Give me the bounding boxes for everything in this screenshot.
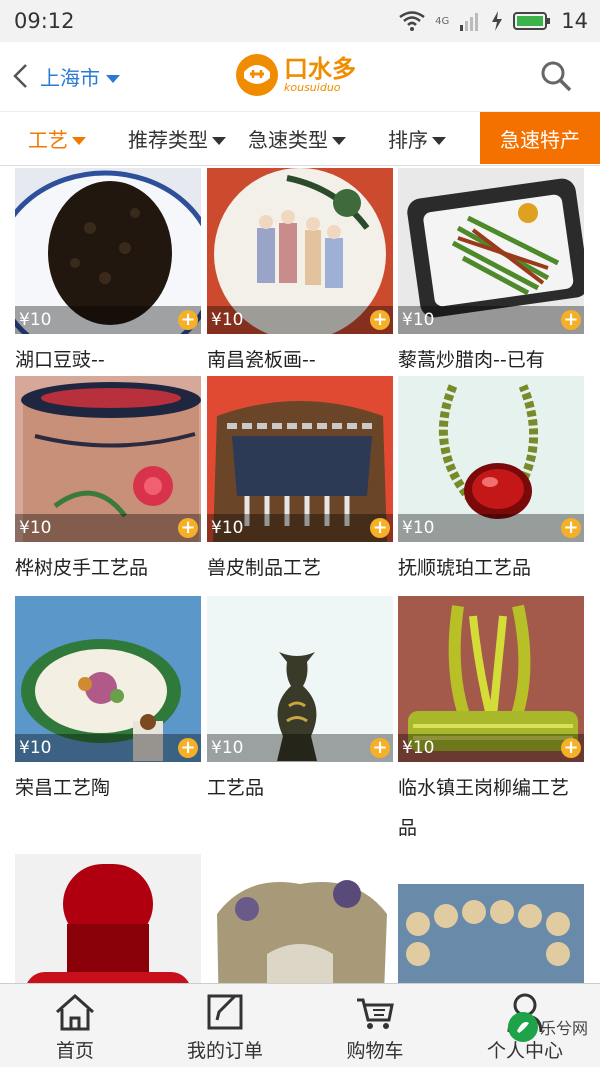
add-to-cart-button[interactable]: + [561,738,581,758]
wifi-icon [399,11,425,31]
product-price: ¥10 [19,310,52,330]
product-price: ¥10 [211,738,244,758]
watermark-text: 乐兮网 [540,1019,589,1038]
watermark-logo-icon [508,1012,538,1042]
product-price: ¥10 [19,518,52,538]
city-label: 上海市 [40,66,100,90]
product-name: 藜蒿炒腊肉--已有 [398,349,545,371]
product-card[interactable]: ¥10 + 荣昌工艺陶 [15,596,201,808]
back-icon[interactable] [10,62,32,90]
product-image: ¥10 + [207,376,393,542]
add-to-cart-button[interactable]: + [370,518,390,538]
filter-urgent-label: 急速类型 [248,128,328,152]
product-price: ¥10 [211,518,244,538]
tab-cart[interactable]: 购物车 [300,992,450,1063]
product-image: ¥10 + [398,376,584,542]
tab-orders[interactable]: 我的订单 [150,992,300,1063]
product-image: ¥10 + [207,168,393,334]
product-price: ¥10 [211,310,244,330]
tab-cart-label: 购物车 [346,1040,404,1062]
product-card[interactable] [398,854,584,983]
product-price: ¥10 [19,738,52,758]
add-to-cart-button[interactable]: + [561,310,581,330]
product-card[interactable]: ¥10 + 湖口豆豉-- [15,168,201,380]
product-card[interactable] [207,854,393,983]
product-name: 桦树皮手工艺品 [15,557,149,579]
product-price: ¥10 [402,518,435,538]
product-image: ¥10 + [15,596,201,762]
app-header: 上海市 口水多 kousuiduo [0,42,600,112]
add-to-cart-button[interactable]: + [561,518,581,538]
home-icon [56,993,94,1031]
product-card[interactable]: ¥10 + 桦树皮手工艺品 [15,376,201,588]
battery-icon [513,12,551,30]
product-card[interactable]: ¥10 + 兽皮制品工艺 [207,376,393,588]
filter-craft[interactable]: 工艺 [28,124,86,153]
logo-mark [236,54,278,96]
add-to-cart-button[interactable]: + [178,518,198,538]
filter-bar: 工艺 推荐类型 急速类型 排序 急速特产 [0,112,600,166]
add-to-cart-button[interactable]: + [178,310,198,330]
product-name: 临水镇王岗柳编工艺品 [398,777,570,839]
special-products-button[interactable]: 急速特产 [480,112,600,164]
watermark: 乐兮网 [508,1012,588,1042]
chevron-down-icon [106,74,120,83]
product-card[interactable] [15,854,201,983]
filter-craft-label: 工艺 [28,128,68,152]
product-name: 荣昌工艺陶 [15,777,111,799]
status-time: 09:12 [14,9,75,33]
product-price: ¥10 [402,738,435,758]
chevron-down-icon [332,136,346,145]
product-image: ¥10 + [15,168,201,334]
city-selector[interactable]: 上海市 [40,62,120,91]
product-card[interactable]: ¥10 + 临水镇王岗柳编工艺品 [398,596,584,848]
product-image [15,854,201,983]
status-icons: 4G 14 [399,9,588,33]
tab-home-label: 首页 [55,1040,94,1062]
tab-orders-label: 我的订单 [186,1040,263,1062]
product-name: 抚顺琥珀工艺品 [398,557,532,579]
order-edit-icon [207,994,243,1030]
filter-recommend-label: 推荐类型 [128,128,208,152]
product-name: 湖口豆豉-- [15,349,105,371]
filter-sort[interactable]: 排序 [388,124,446,153]
signal-icon [460,13,479,31]
filter-sort-label: 排序 [388,128,428,152]
product-image: ¥10 + [398,168,584,334]
product-grid: ¥10 + 湖口豆豉-- ¥10 + 南昌瓷板画-- ¥10 + 藜蒿炒腊肉--… [0,168,600,983]
product-card[interactable]: ¥10 + 南昌瓷板画-- [207,168,393,380]
cart-icon [357,998,394,1029]
product-card[interactable]: ¥10 + 藜蒿炒腊肉--已有 [398,168,584,380]
product-name: 工艺品 [207,777,265,799]
logo-title: 口水多 [284,55,356,83]
product-image [398,854,584,983]
product-price: ¥10 [402,310,435,330]
search-icon[interactable] [540,60,572,92]
product-image: ¥10 + [398,596,584,762]
logo-subtitle: kousuiduo [284,81,341,94]
product-image [207,854,393,983]
filter-urgent[interactable]: 急速类型 [248,124,346,153]
add-to-cart-button[interactable]: + [370,310,390,330]
chevron-down-icon [432,136,446,145]
charging-icon [492,11,503,31]
logo: 口水多 kousuiduo [236,54,356,96]
product-name: 南昌瓷板画-- [207,349,316,371]
tab-home[interactable]: 首页 [0,992,150,1063]
filter-recommend[interactable]: 推荐类型 [128,124,226,153]
chevron-down-icon [72,136,86,145]
chevron-down-icon [212,136,226,145]
product-image: ¥10 + [15,376,201,542]
add-to-cart-button[interactable]: + [370,738,390,758]
product-card[interactable]: ¥10 + 工艺品 [207,596,393,808]
add-to-cart-button[interactable]: + [178,738,198,758]
network-label: 4G [435,15,450,27]
battery-level: 14 [561,9,588,33]
product-name: 兽皮制品工艺 [207,557,322,579]
product-image: ¥10 + [207,596,393,762]
product-card[interactable]: ¥10 + 抚顺琥珀工艺品 [398,376,584,588]
status-bar: 09:12 4G 14 [0,0,600,42]
